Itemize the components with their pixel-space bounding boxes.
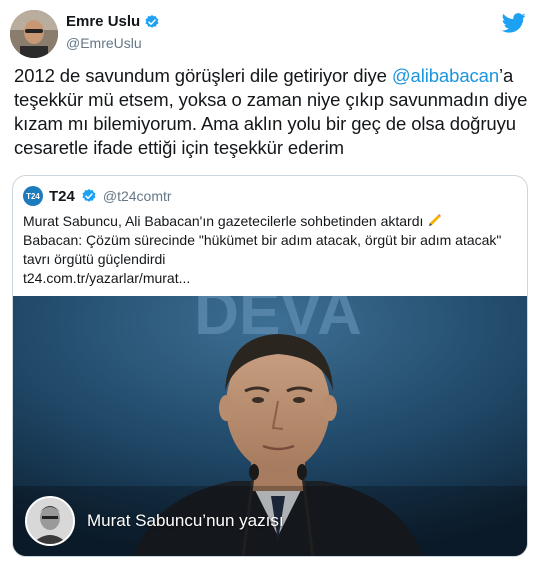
pencil-emoji-icon	[429, 214, 442, 226]
tweet-text-before: 2012 de savundum görüşleri dile getiriyo…	[14, 65, 392, 86]
quoted-author-avatar[interactable]: T24	[23, 186, 43, 206]
quoted-tweet-header: T24 T24 @t24comtr	[23, 186, 172, 206]
quoted-line-1: Murat Sabuncu, Ali Babacan'ın gazetecile…	[23, 212, 518, 231]
byline-text: Murat Sabuncu’nun yazısı	[87, 511, 284, 530]
author-name-row: Emre Uslu	[66, 13, 160, 30]
byline-avatar	[25, 496, 75, 546]
quoted-author-name[interactable]: T24	[49, 188, 75, 205]
tweet-text: 2012 de savundum görüşleri dile getiriyo…	[14, 64, 529, 160]
verified-badge-icon	[82, 189, 96, 202]
author-name[interactable]: Emre Uslu	[66, 13, 140, 30]
verified-badge-icon	[145, 14, 159, 28]
quoted-tweet-text: Murat Sabuncu, Ali Babacan'ın gazetecile…	[23, 212, 518, 288]
columnist-avatar-icon	[27, 498, 73, 544]
author-handle[interactable]: @EmreUslu	[66, 35, 142, 51]
quoted-tweet[interactable]: T24 T24 @t24comtr Murat Sabuncu, Ali Bab…	[12, 175, 528, 557]
quoted-line-1-text: Murat Sabuncu, Ali Babacan'ın gazetecile…	[23, 213, 424, 229]
author-byline: Murat Sabuncu’nun yazısı	[25, 496, 284, 546]
article-image[interactable]: DEVA Murat Sabuncu’nun yazısı	[13, 296, 527, 556]
quoted-line-2: Babacan: Çözüm sürecinde "hükümet bir ad…	[23, 232, 502, 267]
quoted-author-handle[interactable]: @t24comtr	[103, 188, 172, 204]
author-avatar[interactable]	[10, 10, 58, 58]
mention-link[interactable]: @alibabacan	[392, 65, 499, 86]
quoted-link[interactable]: t24.com.tr/yazarlar/murat...	[23, 269, 518, 288]
user-avatar-icon	[10, 10, 58, 58]
tweet-card: Emre Uslu @EmreUslu 2012 de savundum gör…	[0, 0, 540, 563]
twitter-bird-icon[interactable]	[502, 12, 526, 34]
